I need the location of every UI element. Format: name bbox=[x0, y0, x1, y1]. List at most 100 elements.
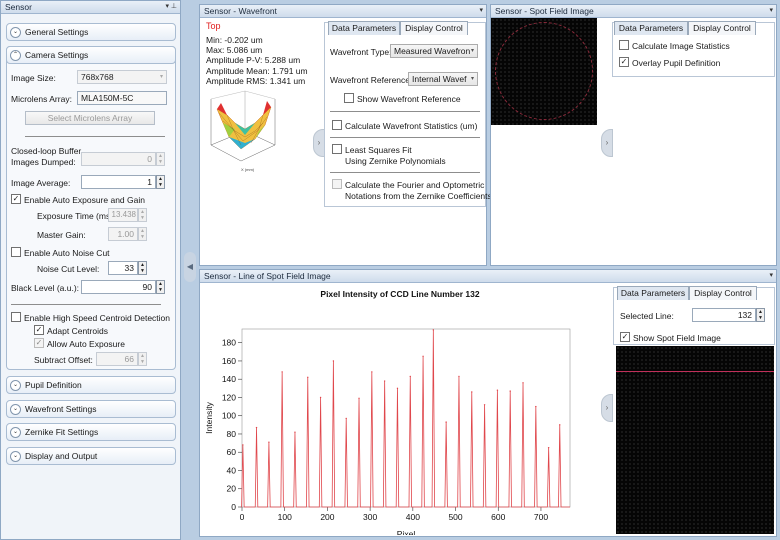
closed-loop-spinner[interactable]: ▲ ▼ bbox=[156, 152, 165, 166]
master-gain-spinner[interactable]: ▲ ▼ bbox=[138, 227, 147, 241]
chevron-down-icon: ⌄ bbox=[10, 451, 21, 462]
wavefront-settings-header[interactable]: ⌄ Wavefront Settings bbox=[6, 400, 176, 418]
exposure-time-field[interactable]: 13.438 bbox=[108, 208, 138, 222]
selected-line-field[interactable]: 132 bbox=[692, 308, 756, 322]
chevron-down-icon: ▾ bbox=[470, 76, 474, 82]
black-level-spinner[interactable]: ▲ ▼ bbox=[156, 280, 165, 294]
pin-icon[interactable]: ▾ ⊥ bbox=[165, 1, 177, 13]
auto-noise-checkbox[interactable] bbox=[11, 247, 21, 257]
closed-loop-label-1: Closed-loop Buffer bbox=[11, 146, 82, 156]
intensity-peak-point bbox=[345, 417, 347, 420]
closed-loop-field[interactable]: 0 bbox=[81, 152, 156, 166]
dropdown-icon[interactable]: ▾ bbox=[479, 5, 483, 17]
least-squares-label-1: Least Squares Fit bbox=[345, 145, 412, 155]
pixel-intensity-chart[interactable]: Pixel Intensity of CCD Line Number 132 0 2… bbox=[200, 283, 600, 535]
tab-display-control[interactable]: Display Control bbox=[689, 286, 757, 300]
intensity-peak-point bbox=[294, 431, 296, 433]
high-speed-label: Enable High Speed Centroid Detection bbox=[24, 313, 171, 323]
select-microlens-button[interactable]: Select Microlens Array bbox=[25, 111, 155, 125]
collapse-handle[interactable]: › bbox=[601, 129, 613, 157]
allow-auto-exposure-checkbox[interactable]: ✓ bbox=[34, 338, 44, 348]
intensity-peak-point bbox=[445, 421, 447, 423]
exposure-time-spinner[interactable]: ▲ ▼ bbox=[138, 208, 147, 222]
tab-data-parameters[interactable]: Data Parameters bbox=[617, 286, 689, 300]
overlay-pupil-checkbox[interactable]: ✓ bbox=[619, 57, 629, 67]
intensity-peak-point bbox=[559, 424, 561, 426]
sensor-panel-titlebar: Sensor ▾ ⊥ bbox=[1, 1, 180, 14]
closed-loop-label-2: Images Dumped: bbox=[11, 157, 76, 167]
fourier-checkbox[interactable] bbox=[332, 179, 342, 189]
selected-line-label: Selected Line: bbox=[620, 311, 674, 321]
calc-image-stats-checkbox[interactable] bbox=[619, 40, 629, 50]
selected-line-spinner[interactable]: ▲ ▼ bbox=[756, 308, 765, 322]
image-size-select[interactable]: 768x768 ▾ bbox=[77, 70, 167, 84]
image-average-spinner[interactable]: ▲ ▼ bbox=[156, 175, 165, 189]
tab-data-parameters[interactable]: Data Parameters bbox=[614, 21, 688, 35]
wavefront-titlebar: Sensor - Wavefront ▾ bbox=[200, 5, 486, 18]
general-settings-header[interactable]: ⌄ General Settings bbox=[6, 23, 176, 41]
dropdown-icon[interactable]: ▾ bbox=[769, 270, 773, 282]
section-divider bbox=[11, 304, 161, 305]
stat-max: Max: 5.086 um bbox=[206, 45, 263, 55]
plot-axis-label: X (mm) bbox=[241, 167, 255, 172]
image-average-field[interactable]: 1 bbox=[81, 175, 156, 189]
noise-cut-field[interactable]: 33 bbox=[108, 261, 138, 275]
noise-cut-spinner[interactable]: ▲ ▼ bbox=[138, 261, 147, 275]
show-reference-checkbox[interactable] bbox=[344, 93, 354, 103]
adapt-centroids-checkbox[interactable]: ✓ bbox=[34, 325, 44, 335]
calc-wavefront-stats-label: Calculate Wavefront Statistics (um) bbox=[345, 121, 478, 131]
wavefront-reference-select[interactable]: Internal Wavef ▾ bbox=[408, 72, 478, 86]
section-divider bbox=[330, 172, 480, 173]
calc-wavefront-stats-checkbox[interactable] bbox=[332, 120, 342, 130]
intensity-peak-point bbox=[268, 441, 270, 443]
calc-image-stats-label: Calculate Image Statistics bbox=[632, 41, 730, 51]
line-spot-panel: Sensor - Line of Spot Field Image ▾ Pixe… bbox=[199, 269, 777, 537]
chevron-down-icon: ⌄ bbox=[10, 380, 21, 391]
least-squares-checkbox[interactable] bbox=[332, 144, 342, 154]
stat-mean: Amplitude Mean: 1.791 um bbox=[206, 66, 308, 76]
intensity-peak-point bbox=[255, 426, 258, 429]
tab-data-parameters[interactable]: Data Parameters bbox=[328, 21, 400, 35]
master-gain-field[interactable]: 1.00 bbox=[108, 227, 138, 241]
intensity-peak-point bbox=[471, 391, 473, 393]
wavefront-reference-label: Wavefront Reference: bbox=[330, 75, 413, 85]
noise-cut-label: Noise Cut Level: bbox=[37, 264, 100, 274]
black-level-field[interactable]: 90 bbox=[81, 280, 156, 294]
microlens-field[interactable]: MLA150M-5C bbox=[77, 91, 167, 105]
intensity-peak-point bbox=[383, 380, 386, 382]
intensity-peak-point bbox=[458, 375, 460, 378]
stat-pv: Amplitude P-V: 5.288 um bbox=[206, 55, 301, 65]
chevron-down-icon: ▾ bbox=[470, 48, 474, 54]
spot-field-image[interactable] bbox=[491, 18, 597, 125]
y-tick-label: 0 bbox=[231, 502, 236, 512]
high-speed-checkbox[interactable] bbox=[11, 312, 21, 322]
image-average-label: Image Average: bbox=[11, 178, 71, 188]
tab-display-control[interactable]: Display Control bbox=[400, 21, 468, 35]
dropdown-icon[interactable]: ▾ bbox=[769, 5, 773, 17]
display-output-header[interactable]: ⌄ Display and Output bbox=[6, 447, 176, 465]
show-spot-field-checkbox[interactable]: ✓ bbox=[620, 332, 630, 342]
subtract-offset-spinner[interactable]: ▲ ▼ bbox=[138, 352, 147, 366]
x-tick-label: 600 bbox=[491, 512, 505, 522]
splitter-handle[interactable]: ◀ bbox=[184, 252, 196, 282]
collapse-handle[interactable]: › bbox=[601, 394, 613, 422]
spot-field-titlebar: Sensor - Spot Field Image ▾ bbox=[491, 5, 776, 18]
zernike-fit-header[interactable]: ⌄ Zernike Fit Settings bbox=[6, 423, 176, 441]
stat-min: Min: -0.202 um bbox=[206, 35, 263, 45]
spot-field-panel: Sensor - Spot Field Image ▾ › Data Param… bbox=[490, 4, 777, 266]
show-spot-field-label: Show Spot Field Image bbox=[633, 333, 721, 343]
exposure-time-label: Exposure Time (ms): bbox=[37, 211, 116, 221]
subtract-offset-field[interactable]: 66 bbox=[96, 352, 138, 366]
x-tick-label: 0 bbox=[240, 512, 245, 522]
wavefront-3d-plot[interactable]: X (mm) bbox=[205, 85, 281, 175]
wavefront-type-label: Wavefront Type: bbox=[330, 47, 392, 57]
y-tick-label: 100 bbox=[222, 411, 236, 421]
wavefront-type-select[interactable]: Measured Wavefron ▾ bbox=[390, 44, 478, 58]
y-tick-label: 140 bbox=[222, 374, 236, 384]
pupil-definition-header[interactable]: ⌄ Pupil Definition bbox=[6, 376, 176, 394]
tab-display-control[interactable]: Display Control bbox=[688, 21, 756, 35]
camera-settings-header[interactable]: ⌃ Camera Settings bbox=[6, 46, 176, 64]
auto-exposure-checkbox[interactable]: ✓ bbox=[11, 194, 21, 204]
line-spot-image[interactable] bbox=[616, 346, 774, 534]
subtract-offset-label: Subtract Offset: bbox=[34, 355, 93, 365]
